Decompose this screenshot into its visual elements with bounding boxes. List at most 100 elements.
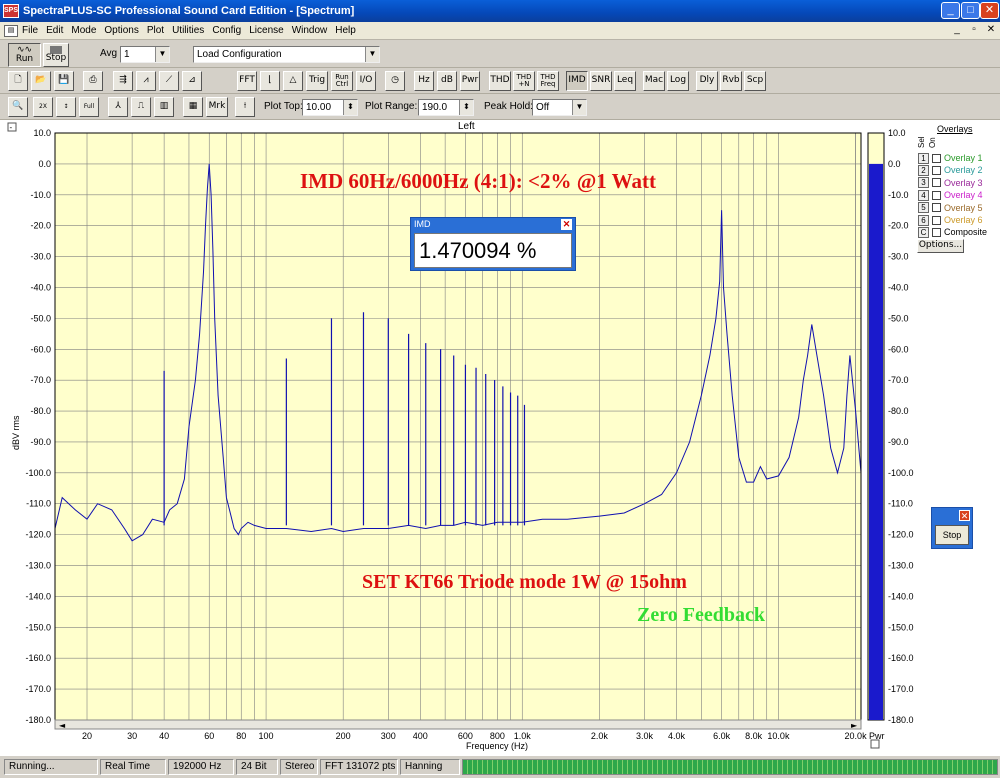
- menu-options[interactable]: Options: [100, 25, 142, 36]
- overlay-checkbox[interactable]: [932, 178, 941, 188]
- overlay-checkbox[interactable]: [932, 215, 941, 225]
- scroll-left-icon[interactable]: ◄: [59, 721, 66, 730]
- scope-icon[interactable]: ⌊: [260, 71, 280, 91]
- overlay-select-button[interactable]: 3: [918, 177, 929, 189]
- save-icon[interactable]: 💾: [54, 71, 74, 91]
- mdi-minimize-button[interactable]: _: [950, 24, 964, 35]
- zoom-full-button[interactable]: Full: [79, 97, 99, 117]
- zoom-icon[interactable]: 🔍: [8, 97, 28, 117]
- overlay-row[interactable]: 6 Overlay 6: [918, 214, 983, 226]
- menu-help[interactable]: Help: [331, 25, 360, 36]
- h-scrollbar[interactable]: [54, 719, 862, 730]
- peak-hold-select[interactable]: Off ▼: [532, 99, 587, 116]
- scroll-right-icon[interactable]: ►: [851, 721, 858, 730]
- overlay-row[interactable]: C Composite: [918, 226, 987, 238]
- zoom-out-button[interactable]: ↕: [56, 97, 76, 117]
- leq-button[interactable]: Leq: [614, 71, 636, 91]
- scp-button[interactable]: Scp: [744, 71, 766, 91]
- avg-select[interactable]: 1 ▼: [120, 46, 170, 63]
- menu-config[interactable]: Config: [208, 25, 245, 36]
- overlay-options-button[interactable]: Options...: [917, 239, 964, 253]
- filter-icon[interactable]: ⊿: [182, 71, 202, 91]
- generator-icon[interactable]: ⇶: [113, 71, 133, 91]
- overlay-checkbox[interactable]: [932, 203, 941, 213]
- overlay-row[interactable]: 4 Overlay 4: [918, 189, 983, 201]
- overlay-select-button[interactable]: 6: [918, 214, 929, 226]
- overlay-row[interactable]: 2 Overlay 2: [918, 164, 983, 176]
- db-button[interactable]: dB: [437, 71, 457, 91]
- clock-icon[interactable]: ◷: [385, 71, 405, 91]
- menu-plot[interactable]: Plot: [143, 25, 168, 36]
- trig-button[interactable]: Trig: [306, 71, 328, 91]
- overlay-row[interactable]: 5 Overlay 5: [918, 202, 983, 214]
- stop-button[interactable]: Stop: [43, 43, 69, 67]
- y-tick-label: -100.0: [25, 468, 51, 478]
- overlay-checkbox[interactable]: [932, 165, 941, 175]
- mac-button[interactable]: Mac: [643, 71, 665, 91]
- imd-window[interactable]: IMD ✕ 1.470094 %: [410, 217, 576, 271]
- weighting-icon[interactable]: △: [283, 71, 303, 91]
- log-button[interactable]: Log: [667, 71, 689, 91]
- overlay-row[interactable]: 1 Overlay 1: [918, 152, 983, 164]
- minimize-button[interactable]: _: [941, 2, 960, 19]
- overlay-select-button[interactable]: 1: [918, 152, 929, 164]
- overlay-select-button[interactable]: 5: [918, 202, 929, 214]
- run-button[interactable]: ∿∿ Run: [8, 43, 41, 67]
- stop-window-button[interactable]: Stop: [935, 525, 969, 545]
- menu-license[interactable]: License: [245, 25, 287, 36]
- cursor-icon[interactable]: ⟊: [235, 97, 255, 117]
- menu-mode[interactable]: Mode: [67, 25, 100, 36]
- menu-file[interactable]: File: [18, 25, 42, 36]
- y-tick-label: -110.0: [26, 499, 51, 509]
- overlay-checkbox[interactable]: [932, 153, 941, 163]
- mdi-close-button[interactable]: ✕: [984, 24, 998, 35]
- new-icon[interactable]: 🗋: [8, 71, 28, 91]
- overlay-row[interactable]: 3 Overlay 3: [918, 177, 983, 189]
- spectrum-chart[interactable]: 10.00.0-10.0-20.0-30.0-40.0-50.0-60.0-70…: [0, 120, 1000, 755]
- thd-button[interactable]: THD: [489, 71, 511, 91]
- plot-top-input[interactable]: 10.00 ⬍: [302, 99, 358, 116]
- marker-button[interactable]: Mrk: [206, 97, 228, 117]
- overlays-title: Overlays: [937, 124, 973, 134]
- spectrum-icon[interactable]: ⩘: [136, 71, 156, 91]
- fft-button[interactable]: FFT: [237, 71, 257, 91]
- thd-freq-button[interactable]: THD Freq: [537, 71, 559, 91]
- zoom-2x-button[interactable]: 2X: [33, 97, 53, 117]
- run-ctrl-button[interactable]: Run Ctrl: [331, 71, 353, 91]
- mdi-restore-button[interactable]: ▫: [967, 24, 981, 35]
- io-button[interactable]: I/O: [356, 71, 376, 91]
- ramp-icon[interactable]: ⟋: [159, 71, 179, 91]
- overlay-select-button[interactable]: C: [918, 226, 929, 238]
- open-icon[interactable]: 📂: [31, 71, 51, 91]
- plot-range-input[interactable]: 190.0 ⬍: [418, 99, 474, 116]
- menu-edit[interactable]: Edit: [42, 25, 67, 36]
- y-tick-labels: 10.0 0.0 -10.0 -20.0 -30.0 -40.0 -50.0 -60.0 -70…: [25, 128, 51, 725]
- config-select[interactable]: Load Configuration ▼: [193, 46, 380, 63]
- octave-1-1-button[interactable]: ⅄: [108, 97, 128, 117]
- maximize-button[interactable]: □: [961, 2, 980, 19]
- toolbar-plot: 🔍 2X ↕ Full ⅄ ⎍ ▥ ▦ Mrk ⟊ Plot Top: 10.0…: [0, 95, 1000, 120]
- hz-button[interactable]: Hz: [414, 71, 434, 91]
- menu-window[interactable]: Window: [288, 25, 332, 36]
- stop-window[interactable]: ✕ Stop: [931, 507, 973, 549]
- snr-button[interactable]: SNR: [590, 71, 612, 91]
- overlay-select-button[interactable]: 2: [918, 164, 929, 176]
- overlay-checkbox[interactable]: [932, 227, 941, 237]
- menu-utilities[interactable]: Utilities: [168, 25, 208, 36]
- mdi-doc-icon[interactable]: ▤: [4, 24, 18, 37]
- pwr-button[interactable]: Pwr: [460, 71, 480, 91]
- octave-1-6-button[interactable]: ▥: [154, 97, 174, 117]
- imd-button[interactable]: IMD: [566, 71, 588, 91]
- overlay-select-button[interactable]: 4: [918, 189, 929, 201]
- calculator-icon[interactable]: ▦: [183, 97, 203, 117]
- close-icon[interactable]: ✕: [959, 510, 970, 521]
- octave-1-3-button[interactable]: ⎍: [131, 97, 151, 117]
- dly-button[interactable]: Dly: [696, 71, 718, 91]
- overlay-checkbox[interactable]: [932, 190, 941, 200]
- print-icon[interactable]: ⎙: [83, 71, 103, 91]
- close-icon[interactable]: ✕: [561, 219, 572, 230]
- close-button[interactable]: ✕: [980, 2, 999, 19]
- rvb-button[interactable]: Rvb: [720, 71, 742, 91]
- meter-collapse-button[interactable]: [870, 739, 880, 749]
- thdn-button[interactable]: THD +N: [513, 71, 535, 91]
